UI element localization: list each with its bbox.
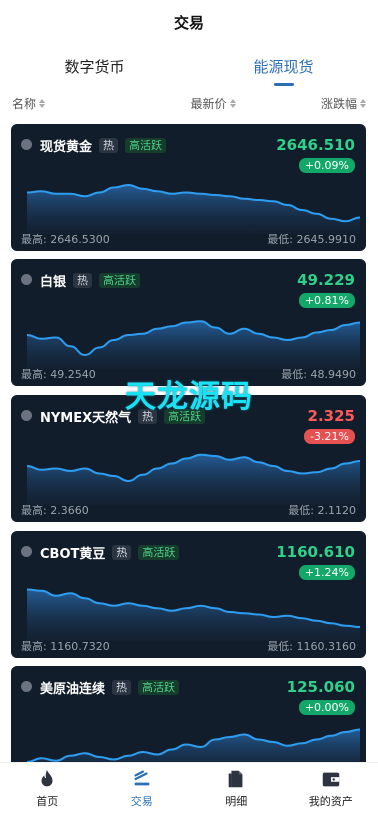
tab-label: 能源现货: [253, 57, 314, 76]
price-sparkline: [26, 320, 361, 369]
instrument-name: 白银: [40, 275, 67, 290]
price-sparkline: [26, 588, 361, 641]
bottom-tabbar: 首页 交易 明细 我的资产: [0, 762, 378, 814]
hot-badge: 热: [73, 273, 93, 288]
tab-crypto[interactable]: 数字货币: [0, 44, 189, 88]
market-tabs: 数字货币 能源现货: [0, 44, 378, 88]
quote-card[interactable]: 美原油连续热高活跃 125.060 +0.00%: [11, 666, 366, 762]
trade-icon: [134, 770, 150, 786]
change-badge: +0.09%: [298, 158, 355, 173]
column-name-label: 名称: [12, 96, 37, 111]
hot-badge: 热: [138, 409, 158, 424]
tabbar-trade[interactable]: 交易: [95, 763, 190, 814]
document-icon: [228, 770, 243, 788]
instrument-name-row: NYMEX天然气热高活跃: [40, 407, 206, 426]
quote-card[interactable]: 现货黄金热高活跃 2646.510 +0.09% 最高: 2646.5300 最低: 2…: [11, 124, 366, 251]
latest-price: 49.229: [297, 271, 355, 289]
instrument-name: 美原油连续: [40, 682, 106, 697]
latest-price: 125.060: [286, 678, 355, 696]
instrument-name: 现货黄金: [40, 140, 93, 155]
hot-badge: 热: [99, 138, 119, 153]
change-badge: -3.21%: [304, 429, 355, 444]
quote-card[interactable]: 白银热高活跃 49.229 +0.81% 最高: 49.2540 最低: 48.9490: [11, 259, 366, 386]
sort-by-change[interactable]: 涨跌幅: [321, 95, 366, 112]
hot-badge: 热: [112, 545, 132, 560]
sort-icon: [39, 98, 46, 108]
price-sparkline: [26, 183, 361, 234]
quote-list: 现货黄金热高活跃 2646.510 +0.09% 最高: 2646.5300 最低: 2…: [0, 124, 378, 762]
activity-badge: 高活跃: [99, 273, 141, 288]
instrument-name-row: CBOT黄豆热高活跃: [40, 543, 180, 562]
sparkline-area: [27, 454, 360, 505]
instrument-name: NYMEX天然气: [40, 411, 132, 426]
sort-icon: [229, 98, 236, 108]
tab-energy-spot[interactable]: 能源现货: [189, 44, 378, 88]
sort-by-price[interactable]: 最新价: [190, 95, 236, 112]
instrument-name-row: 现货黄金热高活跃: [40, 136, 167, 155]
instrument-name: CBOT黄豆: [40, 547, 106, 562]
instrument-name-row: 白银热高活跃: [40, 271, 141, 290]
column-change-label: 涨跌幅: [320, 96, 357, 111]
status-dot: [21, 546, 32, 557]
page-title: 交易: [173, 13, 204, 32]
tabbar-label: 明细: [225, 795, 248, 808]
quote-card[interactable]: NYMEX天然气热高活跃 2.325 -3.21% 最高: 2.3660 最低: 2.1…: [11, 395, 366, 522]
status-dot: [21, 274, 32, 285]
change-badge: +0.00%: [298, 700, 355, 715]
sparkline-area: [27, 321, 360, 369]
sparkline-area: [27, 589, 360, 641]
price-sparkline: [26, 453, 361, 505]
quote-card[interactable]: CBOT黄豆热高活跃 1160.610 +1.24% 最高: 1160.7320 最低:…: [11, 531, 366, 658]
tabbar-label: 交易: [130, 795, 153, 808]
activity-badge: 高活跃: [138, 680, 180, 695]
latest-price: 2646.510: [276, 136, 355, 154]
status-dot: [21, 681, 32, 692]
sort-icon: [359, 98, 366, 108]
tabbar-assets[interactable]: 我的资产: [284, 763, 378, 814]
price-sparkline: [26, 728, 361, 762]
tabbar-details[interactable]: 明细: [189, 763, 284, 814]
tabbar-home[interactable]: 首页: [0, 763, 95, 814]
tab-label: 数字货币: [64, 57, 125, 76]
instrument-name-row: 美原油连续热高活跃: [40, 678, 180, 697]
activity-badge: 高活跃: [125, 138, 167, 153]
column-price-label: 最新价: [190, 96, 227, 111]
activity-badge: 高活跃: [138, 545, 180, 560]
tabbar-label: 首页: [36, 795, 59, 808]
status-dot: [21, 139, 32, 150]
sort-by-name[interactable]: 名称: [12, 95, 46, 112]
status-dot: [21, 410, 32, 421]
tabbar-label: 我的资产: [308, 795, 353, 808]
app-header: 交易: [0, 0, 378, 44]
activity-badge: 高活跃: [164, 409, 206, 424]
wallet-icon: [322, 772, 339, 787]
column-headers: 名称 最新价 涨跌幅: [0, 88, 378, 118]
latest-price: 2.325: [307, 407, 355, 425]
change-badge: +1.24%: [298, 565, 355, 580]
latest-price: 1160.610: [276, 543, 355, 561]
flame-icon: [41, 769, 53, 787]
hot-badge: 热: [112, 680, 132, 695]
change-badge: +0.81%: [298, 293, 355, 308]
